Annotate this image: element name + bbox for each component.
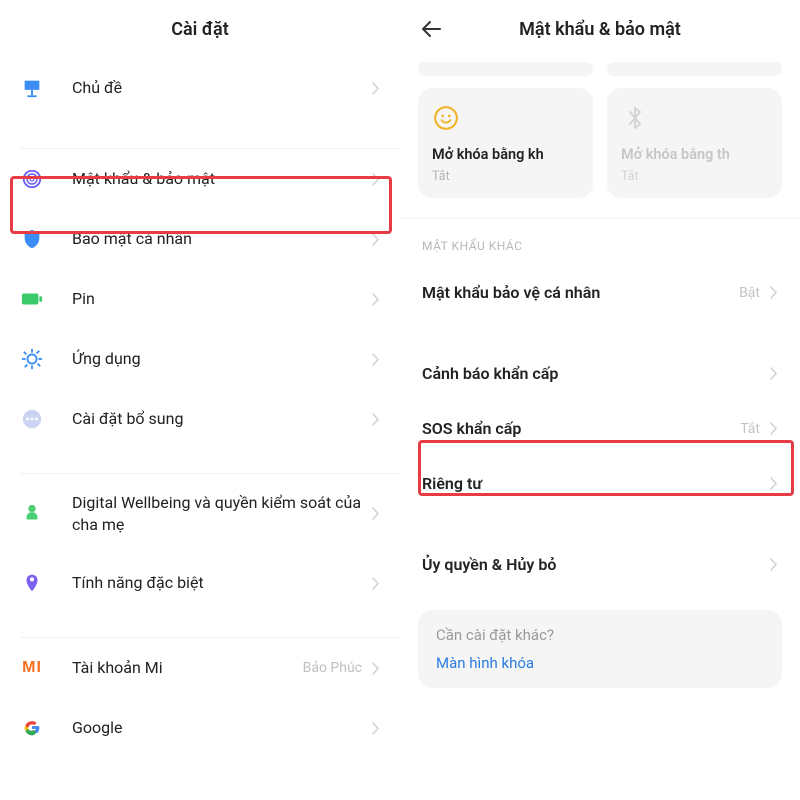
item-value: Bảo Phúc <box>303 660 362 676</box>
row-personal-password[interactable]: Mật khẩu bảo vệ cá nhân Bật <box>400 265 800 320</box>
chevron-right-icon <box>372 577 380 590</box>
card-status: Tắt <box>621 169 768 184</box>
chevron-right-icon <box>770 286 778 299</box>
item-additional[interactable]: Cài đặt bổ sung <box>0 389 400 449</box>
card-face-unlock[interactable]: Mở khóa bằng kh Tắt <box>418 88 593 198</box>
special-icon <box>20 571 44 595</box>
header: Mật khẩu & bảo mật <box>400 0 800 58</box>
theme-icon <box>20 76 44 100</box>
row-privacy[interactable]: Riêng tư <box>400 456 800 511</box>
bluetooth-icon <box>621 104 649 132</box>
item-theme[interactable]: Chủ đề <box>0 58 400 118</box>
prev-cards-peek <box>400 58 800 88</box>
chevron-right-icon <box>770 422 778 435</box>
item-special[interactable]: Tính năng đặc biệt <box>0 553 400 613</box>
row-sos[interactable]: SOS khẩn cấp Tắt <box>400 401 800 456</box>
item-privacy[interactable]: Bảo mật cá nhân <box>0 209 400 269</box>
security-pane: Mật khẩu & bảo mật Mở khóa bằng kh Tắt M… <box>400 0 800 800</box>
item-password-security[interactable]: Mật khẩu & bảo mật <box>0 149 400 209</box>
settings-list: Chủ đề Mật khẩu & bảo mật Bảo mật cá nhâ… <box>0 58 400 746</box>
card-status: Tắt <box>432 169 579 184</box>
chevron-right-icon <box>372 507 380 520</box>
row-label: SOS khẩn cấp <box>422 419 740 438</box>
smile-icon <box>432 104 460 132</box>
header: Cài đặt <box>0 0 400 58</box>
chevron-right-icon <box>372 413 380 426</box>
chevron-right-icon <box>372 293 380 306</box>
chevron-right-icon <box>372 82 380 95</box>
item-wellbeing[interactable]: Digital Wellbeing và quyền kiểm soát của… <box>0 474 400 553</box>
item-label: Bảo mật cá nhân <box>72 228 362 250</box>
item-mi-account[interactable]: MI Tài khoản Mi Bảo Phúc <box>0 638 400 698</box>
item-apps[interactable]: Ứng dụng <box>0 329 400 389</box>
chevron-right-icon <box>770 367 778 380</box>
settings-pane: Cài đặt Chủ đề Mật khẩu & bảo mật <box>0 0 400 800</box>
footer-question: Cần cài đặt khác? <box>436 626 764 644</box>
apps-gear-icon <box>20 347 44 371</box>
item-label: Tài khoản Mi <box>72 657 295 679</box>
row-authorize-revoke[interactable]: Ủy quyền & Hủy bỏ <box>400 537 800 592</box>
row-value: Tắt <box>740 421 760 437</box>
fingerprint-icon <box>20 167 44 191</box>
back-button[interactable] <box>420 20 442 38</box>
battery-icon <box>20 287 44 311</box>
item-google[interactable]: Google <box>0 698 400 746</box>
item-label: Digital Wellbeing và quyền kiểm soát của… <box>72 492 362 535</box>
row-label: Cảnh báo khẩn cấp <box>422 364 770 383</box>
item-label: Ứng dụng <box>72 348 362 370</box>
card-bluetooth-unlock[interactable]: Mở khóa bằng th Tắt <box>607 88 782 198</box>
footer-card: Cần cài đặt khác? Màn hình khóa <box>418 610 782 688</box>
item-label: Cài đặt bổ sung <box>72 408 362 430</box>
page-title: Mật khẩu & bảo mật <box>519 19 681 40</box>
card-title: Mở khóa bằng kh <box>432 146 579 163</box>
unlock-cards: Mở khóa bằng kh Tắt Mở khóa bằng th Tắt <box>400 88 800 208</box>
wellbeing-icon <box>20 502 44 526</box>
chevron-right-icon <box>372 173 380 186</box>
item-battery[interactable]: Pin <box>0 269 400 329</box>
row-label: Riêng tư <box>422 474 770 493</box>
item-label: Tính năng đặc biệt <box>72 572 362 594</box>
chevron-right-icon <box>770 477 778 490</box>
row-emergency-alert[interactable]: Cảnh báo khẩn cấp <box>400 346 800 401</box>
section-header: MẬT KHẨU KHÁC <box>400 219 800 265</box>
item-label: Mật khẩu & bảo mật <box>72 168 362 190</box>
page-title: Cài đặt <box>171 19 229 40</box>
card-title: Mở khóa bằng th <box>621 146 768 163</box>
dots-icon <box>20 407 44 431</box>
item-label: Google <box>72 717 362 739</box>
shield-icon <box>20 227 44 251</box>
chevron-right-icon <box>372 722 380 735</box>
row-label: Mật khẩu bảo vệ cá nhân <box>422 283 739 302</box>
chevron-right-icon <box>770 558 778 571</box>
chevron-right-icon <box>372 353 380 366</box>
chevron-right-icon <box>372 233 380 246</box>
row-label: Ủy quyền & Hủy bỏ <box>422 555 770 574</box>
row-value: Bật <box>739 285 760 301</box>
chevron-right-icon <box>372 662 380 675</box>
item-label: Pin <box>72 288 362 310</box>
mi-logo-icon: MI <box>20 656 44 680</box>
item-label: Chủ đề <box>72 77 362 99</box>
footer-link[interactable]: Màn hình khóa <box>436 654 764 672</box>
google-icon <box>20 716 44 740</box>
